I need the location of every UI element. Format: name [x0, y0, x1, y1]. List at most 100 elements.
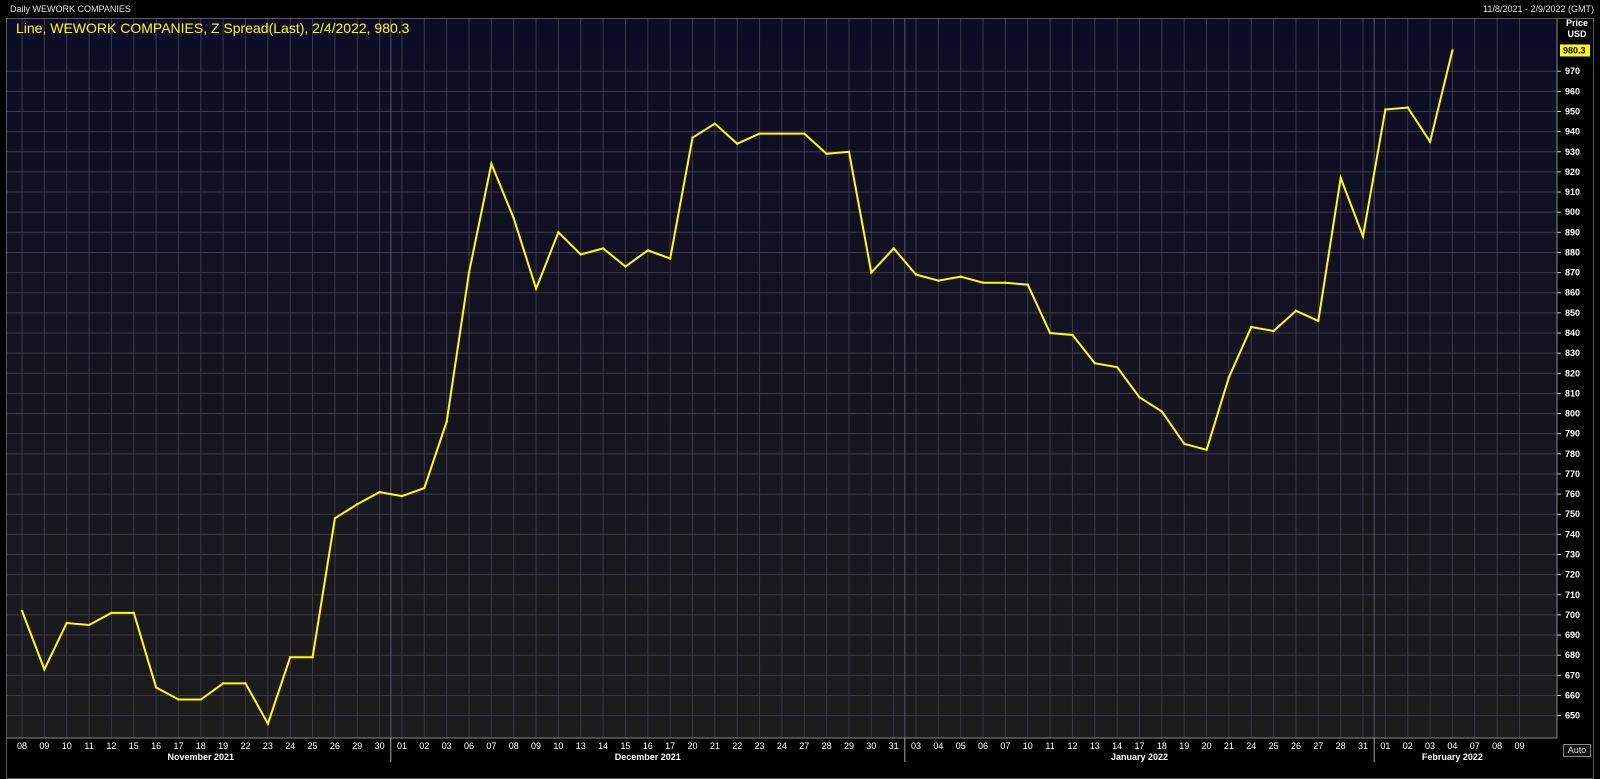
data-point: [959, 275, 962, 278]
auto-scale-button[interactable]: Auto: [1563, 744, 1591, 757]
x-tick-label: 25: [1269, 741, 1279, 751]
x-tick-label: 03: [442, 741, 452, 751]
data-point: [43, 668, 46, 671]
x-tick-label: 02: [419, 741, 429, 751]
x-tick-label: 19: [218, 741, 228, 751]
data-point: [1361, 235, 1365, 238]
data-point: [1272, 329, 1275, 333]
data-point: [758, 132, 761, 135]
x-tick-label: 21: [710, 741, 720, 751]
y-tick-label: 810: [1565, 388, 1580, 398]
data-point: [266, 722, 270, 725]
x-tick-label: 08: [509, 741, 519, 751]
x-tick-label: 16: [151, 741, 161, 751]
x-tick-label: 05: [956, 741, 966, 751]
x-tick-label: 25: [308, 741, 318, 751]
y-tick-label: 950: [1565, 106, 1580, 116]
data-point: [1451, 49, 1454, 52]
y-tick-label: 860: [1565, 288, 1580, 298]
x-tick-label: 10: [1023, 741, 1033, 751]
x-tick-label: 18: [1157, 741, 1167, 751]
y-tick-label: 830: [1565, 348, 1580, 358]
x-tick-label: 30: [866, 741, 876, 751]
x-tick-label: 02: [1403, 741, 1413, 751]
x-tick-label: 08: [17, 741, 27, 751]
x-tick-label: 20: [1202, 741, 1212, 751]
x-tick-label: 22: [732, 741, 742, 751]
data-point: [1339, 176, 1342, 180]
data-point: [1160, 410, 1164, 413]
x-tick-label: 17: [173, 741, 183, 751]
x-tick-label: 19: [1179, 741, 1189, 751]
data-point: [311, 656, 314, 659]
y-tick-label: 780: [1565, 449, 1580, 459]
data-point: [1406, 106, 1409, 109]
data-point: [736, 142, 739, 145]
data-point: [400, 494, 404, 498]
y-tick-label: 960: [1565, 86, 1580, 96]
x-tick-label: 18: [196, 741, 206, 751]
y-tick-label: 930: [1565, 147, 1580, 157]
x-tick-label: 09: [1514, 741, 1524, 751]
data-point: [199, 698, 202, 701]
y-tick-label: 740: [1565, 529, 1580, 539]
y-tick-label: 700: [1565, 610, 1580, 620]
data-point: [981, 281, 985, 284]
x-tick-label: 10: [62, 741, 72, 751]
data-point: [1004, 281, 1007, 284]
data-point: [825, 152, 828, 155]
data-point: [691, 136, 694, 139]
x-tick-label: 28: [822, 741, 832, 751]
x-tick-label: 12: [1067, 741, 1077, 751]
x-tick-label: 03: [911, 741, 921, 751]
data-point: [780, 132, 784, 135]
y-tick-label: 870: [1565, 268, 1580, 278]
y-axis-title-line1: Price: [1566, 18, 1589, 28]
y-tick-label: 840: [1565, 328, 1580, 338]
data-point: [803, 132, 806, 135]
data-point: [1115, 366, 1119, 369]
x-tick-label: 23: [263, 741, 273, 751]
x-tick-label: 12: [106, 741, 116, 751]
data-point: [1205, 448, 1208, 451]
x-tick-label: 11: [1045, 741, 1054, 751]
y-tick-label: 710: [1565, 590, 1580, 600]
x-tick-label: 27: [799, 741, 809, 751]
x-tick-label: 08: [1492, 741, 1502, 751]
y-tick-label: 820: [1565, 368, 1580, 378]
data-point: [557, 231, 560, 234]
x-tick-label: 14: [598, 741, 608, 751]
data-point: [937, 279, 940, 282]
x-tick-label: 31: [1358, 741, 1368, 751]
x-tick-label: 24: [777, 741, 787, 751]
data-point: [646, 249, 649, 252]
data-point: [892, 247, 895, 250]
y-axis-title-line2: USD: [1567, 29, 1587, 39]
x-tick-label: 10: [553, 741, 563, 751]
y-tick-label: 730: [1565, 550, 1580, 560]
data-point: [870, 271, 873, 274]
y-axis: 650 660 670 680 690 700 710 720 730 740 750 760 770 7…: [1556, 19, 1590, 738]
x-tick-label: 31: [889, 741, 899, 751]
x-tick-label: 04: [1447, 741, 1457, 751]
x-tick-label: 27: [1313, 741, 1323, 751]
data-point: [65, 621, 68, 625]
x-tick-label: 03: [1425, 741, 1435, 751]
month-label: December 2021: [615, 752, 681, 762]
data-point: [1183, 442, 1186, 445]
data-point: [847, 150, 851, 153]
x-tick-label: 29: [352, 741, 362, 751]
data-point: [624, 265, 627, 268]
data-point: [110, 611, 113, 615]
x-tick-label: 06: [464, 741, 474, 751]
y-tick-label: 880: [1565, 247, 1580, 257]
data-point: [1071, 333, 1074, 337]
x-tick-label: 15: [129, 741, 139, 751]
x-tick-label: 30: [375, 741, 385, 751]
x-tick-label: 24: [1246, 741, 1256, 751]
data-point: [1093, 362, 1097, 365]
x-tick-label: 11: [84, 741, 93, 751]
last-value-label: 980.3: [1563, 45, 1586, 55]
data-point: [20, 609, 24, 613]
y-tick-label: 670: [1565, 670, 1580, 680]
